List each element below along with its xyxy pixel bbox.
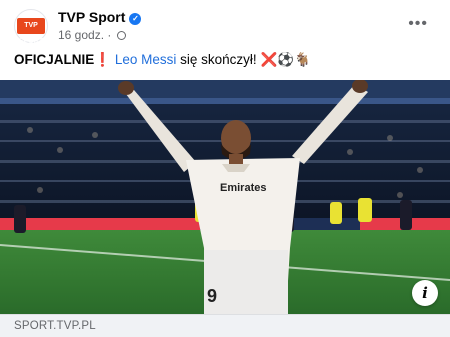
tvp-sport-logo: TVP SPORT (17, 18, 45, 45)
link-domain: SPORT.TVP.PL (14, 320, 96, 332)
post-header: TVP SPORT TVP Sport ✓ 16 godz. · ••• (14, 9, 440, 45)
exclamation-emoji: ❗ (94, 52, 112, 67)
jersey-number: 9 (207, 286, 218, 306)
page-name-link[interactable]: TVP Sport (58, 9, 125, 25)
globe-icon (116, 31, 126, 40)
post-text-rest: się skończył! (180, 52, 257, 67)
link-preview-footer[interactable]: SPORT.TVP.PL (0, 314, 450, 337)
post-photo[interactable]: Emirates 9 i (0, 80, 450, 314)
page-avatar[interactable]: TVP SPORT (14, 9, 48, 45)
post-timestamp[interactable]: 16 godz. (58, 28, 104, 42)
post-meta: 16 godz. · (58, 28, 126, 42)
photo-illustration (0, 80, 450, 314)
tail-emojis: ❌⚽🐐 (260, 52, 311, 67)
post-text-bold: OFICJALNIE (14, 52, 95, 67)
page-name-line: TVP Sport ✓ (58, 9, 142, 25)
more-options-icon[interactable]: ••• (408, 15, 428, 33)
info-icon[interactable]: i (412, 280, 438, 306)
jersey-sponsor-text: Emirates (220, 182, 267, 194)
mention-link[interactable]: Leo Messi (115, 52, 177, 67)
post-text: OFICJALNIE❗ Leo Messi się skończył! ❌⚽🐐 (14, 52, 311, 68)
verified-badge-icon: ✓ (129, 13, 142, 25)
facebook-post-card: TVP SPORT TVP Sport ✓ 16 godz. · ••• OFIC… (0, 0, 450, 337)
